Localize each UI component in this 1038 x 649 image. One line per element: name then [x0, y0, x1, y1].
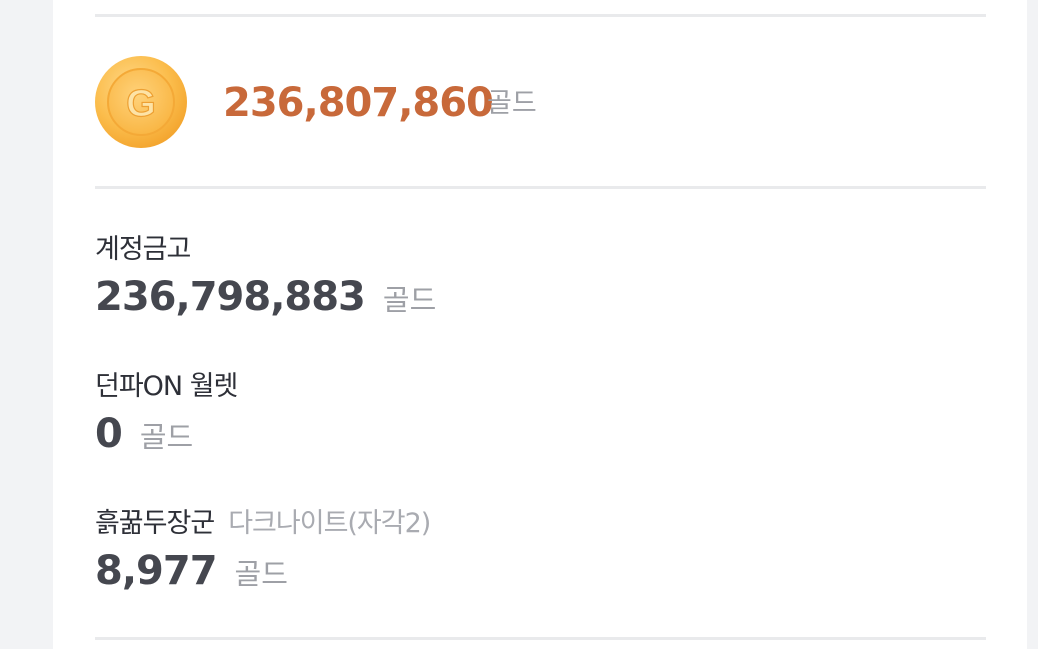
- balance-item-wallet: 던파ON 월렛 0 골드: [95, 371, 986, 465]
- coin-letter: G: [126, 83, 156, 125]
- balance-label: 계정금고: [95, 234, 191, 265]
- divider: [95, 186, 986, 189]
- divider: [95, 14, 986, 17]
- balance-item-character: 흙꿂두장군 다크나이트(자각2) 8,977 골드: [95, 508, 986, 602]
- balance-unit: 골드: [139, 420, 194, 454]
- total-gold-row: G 236,807,860 골드: [95, 56, 986, 148]
- balance-item-account-vault: 계정금고 236,798,883 골드: [95, 234, 986, 328]
- balance-unit: 골드: [382, 283, 437, 317]
- balance-amount: 8,977: [95, 548, 218, 594]
- balance-unit: 골드: [234, 557, 288, 591]
- balance-amount: 236,798,883: [95, 274, 366, 320]
- balance-label: 던파ON 월렛: [95, 371, 238, 402]
- gold-summary-card: G 236,807,860 골드 계정금고 236,798,883 골드 던파ON…: [53, 0, 1027, 649]
- gold-coin-icon: G: [95, 56, 187, 148]
- character-name: 흙꿂두장군: [95, 508, 215, 539]
- character-class: 다크나이트(자각2): [228, 508, 431, 539]
- total-gold-unit: 골드: [487, 88, 537, 119]
- divider: [95, 637, 986, 640]
- balance-amount: 0: [95, 411, 123, 457]
- total-gold-amount: 236,807,860: [223, 80, 494, 126]
